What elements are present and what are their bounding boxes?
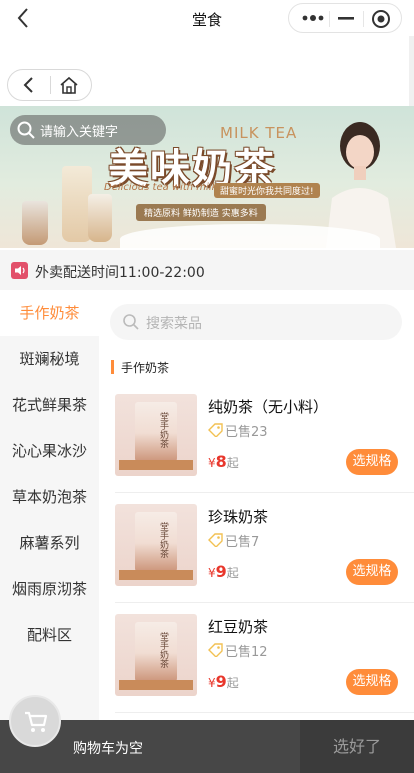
- home-icon[interactable]: [59, 75, 79, 95]
- capsule-divider: [329, 11, 330, 27]
- speaker-icon: [11, 262, 28, 279]
- price-currency: ¥: [208, 456, 216, 470]
- banner-tagline-cn: 甜蜜时光你我共同度过!: [214, 183, 320, 198]
- product-name: 珍珠奶茶: [208, 508, 269, 526]
- product-image[interactable]: 堂手奶茶: [115, 614, 197, 696]
- checkout-button[interactable]: 选好了: [300, 720, 414, 773]
- more-dots-icon[interactable]: [299, 11, 327, 25]
- product-card[interactable]: 堂手奶茶 红豆奶茶 已售12 ¥9起 选规格: [99, 614, 414, 724]
- sold-count: 已售7: [225, 535, 260, 550]
- sidebar-item-pandan[interactable]: 斑斓秘境: [0, 336, 99, 382]
- cart-icon: [25, 711, 48, 732]
- capsule-divider: [363, 11, 364, 27]
- category-sidebar: 手作奶茶 斑斓秘境 花式鲜果茶 沁心果冰沙 草本奶泡茶 麻薯系列 烟雨原沏茶 配…: [0, 290, 99, 720]
- sold-count: 已售12: [225, 645, 268, 660]
- sidebar-item-fruit-smoothie[interactable]: 沁心果冰沙: [0, 428, 99, 474]
- nav-pill-divider: [50, 76, 51, 94]
- product-tray: [119, 680, 193, 690]
- cup-label: 堂手奶茶: [158, 412, 168, 448]
- delivery-notice: 外卖配送时间11:00-22:00: [0, 250, 414, 290]
- sold-count: 已售23: [225, 425, 268, 440]
- delivery-time-text: 外卖配送时间11:00-22:00: [35, 265, 205, 281]
- dish-search-input[interactable]: 搜索菜品: [110, 304, 402, 340]
- price-unit: 起: [226, 456, 239, 470]
- section-accent-bar: [111, 360, 114, 374]
- card-divider: [115, 602, 414, 603]
- price-currency: ¥: [208, 566, 216, 580]
- banner-search-bar[interactable]: 请输入关键字: [10, 115, 166, 145]
- choose-spec-button[interactable]: 选规格: [346, 669, 398, 695]
- choose-spec-button[interactable]: 选规格: [346, 449, 398, 475]
- dish-search-placeholder: 搜索菜品: [146, 316, 202, 332]
- sidebar-item-toppings[interactable]: 配料区: [0, 612, 99, 658]
- product-image[interactable]: 堂手奶茶: [115, 394, 197, 476]
- banner-cup-image: [22, 201, 48, 245]
- product-price: ¥9起: [208, 672, 239, 691]
- product-name: 纯奶茶（无小料）: [208, 398, 329, 416]
- banner-milk-splash: [120, 224, 380, 248]
- sidebar-item-mochi[interactable]: 麻薯系列: [0, 520, 99, 566]
- search-icon: [17, 121, 35, 139]
- mini-program-capsule: [288, 3, 402, 33]
- product-image[interactable]: 堂手奶茶: [115, 504, 197, 586]
- product-cup: 堂手奶茶: [135, 402, 177, 464]
- product-price: ¥8起: [208, 452, 239, 471]
- product-tray: [119, 570, 193, 580]
- price-value: 8: [215, 452, 227, 471]
- cup-label: 堂手奶茶: [158, 632, 168, 668]
- minimize-icon[interactable]: [335, 11, 357, 25]
- banner-search-placeholder: 请输入关键字: [40, 125, 119, 140]
- product-tray: [119, 460, 193, 470]
- sidebar-item-handmade-milk-tea[interactable]: 手作奶茶: [0, 290, 99, 336]
- search-icon: [123, 314, 139, 330]
- choose-spec-button[interactable]: 选规格: [346, 559, 398, 585]
- chevron-left-icon[interactable]: [19, 75, 39, 95]
- product-card[interactable]: 堂手奶茶 纯奶茶（无小料） 已售23 ¥8起 选规格: [99, 394, 414, 504]
- sidebar-item-herbal-foam-tea[interactable]: 草本奶泡茶: [0, 474, 99, 520]
- product-card[interactable]: 堂手奶茶 珍珠奶茶 已售7 ¥9起 选规格: [99, 504, 414, 614]
- tag-icon: [208, 643, 223, 657]
- banner-cup-image: [88, 194, 112, 242]
- sidebar-item-brewed-tea[interactable]: 烟雨原沏茶: [0, 566, 99, 612]
- price-unit: 起: [226, 566, 239, 580]
- product-cup: 堂手奶茶: [135, 512, 177, 574]
- top-bar: 堂食: [0, 0, 414, 36]
- price-currency: ¥: [208, 676, 216, 690]
- cart-button[interactable]: [9, 695, 61, 747]
- card-divider: [115, 712, 414, 713]
- price-value: 9: [215, 562, 227, 581]
- cart-bar: 购物车为空 选好了: [0, 720, 414, 773]
- banner-features: 精选原料 鲜奶制造 实惠多料: [136, 204, 266, 221]
- card-divider: [115, 492, 414, 493]
- section-title: 手作奶茶: [121, 361, 170, 375]
- tag-icon: [208, 533, 223, 547]
- product-cup: 堂手奶茶: [135, 622, 177, 684]
- cart-empty-text: 购物车为空: [73, 741, 143, 757]
- product-name: 红豆奶茶: [208, 618, 269, 636]
- product-price: ¥9起: [208, 562, 239, 581]
- target-icon[interactable]: [371, 9, 391, 29]
- tag-icon: [208, 423, 223, 437]
- nav-pill: [7, 69, 92, 101]
- price-value: 9: [215, 672, 227, 691]
- sidebar-item-fruit-tea[interactable]: 花式鲜果茶: [0, 382, 99, 428]
- banner-tagline-en: Delicious tea with milk: [104, 182, 218, 193]
- cup-label: 堂手奶茶: [158, 522, 168, 558]
- price-unit: 起: [226, 676, 239, 690]
- product-list: 搜索菜品 手作奶茶 堂手奶茶 纯奶茶（无小料） 已售23 ¥8起 选规格 堂手奶…: [99, 290, 414, 720]
